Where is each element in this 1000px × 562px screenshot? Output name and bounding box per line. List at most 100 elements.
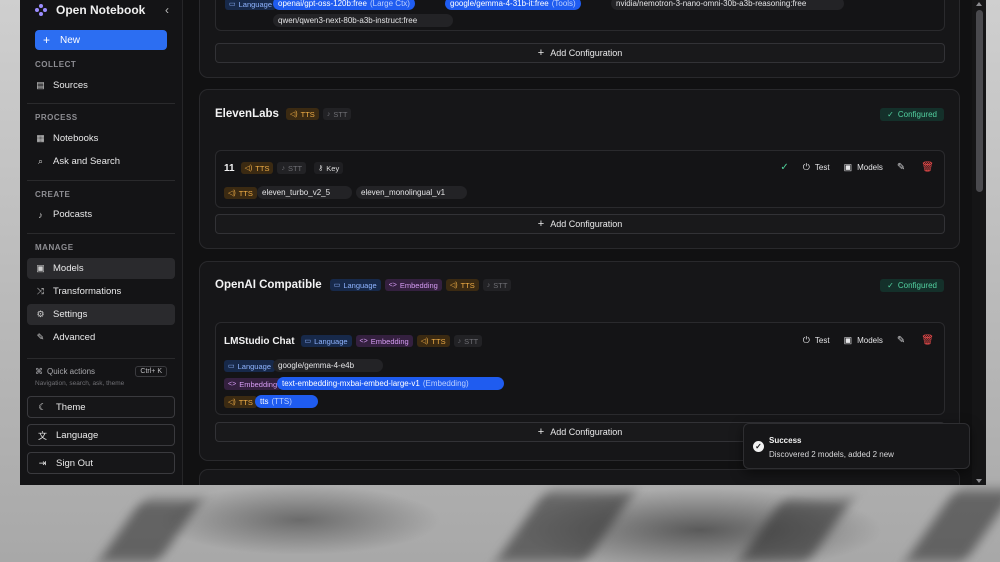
plus-icon: + bbox=[537, 218, 545, 230]
toast-title: Success bbox=[769, 436, 802, 445]
config-card: 11 ◁) TTS ♪ STT ⚷ Key ✓ ⏻ Test ▣ Models ✎ 🗑 ◁… bbox=[215, 150, 945, 208]
success-toast: ✓ Success Discovered 2 models, added 2 n… bbox=[743, 423, 970, 469]
divider bbox=[27, 233, 175, 234]
main-content: ▭ Language openai/gpt-oss-120b:free (Large… bbox=[183, 0, 986, 485]
section-label-collect: COLLECT bbox=[35, 60, 77, 69]
section-label-create: CREATE bbox=[35, 190, 71, 199]
key-icon: ⚷ bbox=[318, 165, 324, 172]
model-chip[interactable]: google/gemma-4-e4b bbox=[273, 359, 383, 372]
sidebar-item-settings[interactable]: ⚙ Settings bbox=[27, 304, 175, 325]
sidebar-item-notebooks[interactable]: ▦ Notebooks bbox=[27, 128, 175, 149]
sidebar-item-sources[interactable]: ▤ Sources bbox=[27, 75, 175, 96]
sidebar-item-label: Notebooks bbox=[53, 133, 99, 144]
wrench-icon: ✎ bbox=[36, 332, 45, 342]
sidebar-item-label: Ask and Search bbox=[53, 156, 121, 167]
sidebar-item-label: Sources bbox=[53, 80, 88, 91]
model-chip[interactable]: eleven_monolingual_v1 bbox=[356, 186, 467, 199]
document-icon: ▤ bbox=[36, 80, 45, 90]
theme-label: Theme bbox=[56, 401, 86, 413]
model-chip[interactable]: text-embedding-mxbai-embed-large-v1 (Embe… bbox=[277, 377, 504, 390]
chat-icon: ▭ bbox=[228, 363, 235, 370]
microphone-icon: ♪ bbox=[281, 164, 285, 172]
test-button[interactable]: ⏻ Test bbox=[803, 162, 830, 173]
plus-icon: + bbox=[43, 33, 51, 47]
logo-icon bbox=[35, 4, 47, 16]
model-chip[interactable]: qwen/qwen3-next-80b-a3b-instruct:free bbox=[273, 14, 453, 27]
shortcut-badge: Ctrl+ K bbox=[135, 366, 167, 377]
new-button[interactable]: + New bbox=[35, 30, 167, 50]
command-icon: ⌘ bbox=[35, 367, 43, 376]
model-chip[interactable]: eleven_turbo_v2_5 bbox=[257, 186, 352, 199]
microphone-icon: ♪ bbox=[486, 281, 491, 289]
scroll-thumb[interactable] bbox=[976, 10, 983, 192]
config-card: ▭ Language openai/gpt-oss-120b:free (Large… bbox=[215, 0, 945, 31]
collapse-sidebar-icon[interactable]: ‹ bbox=[165, 3, 169, 17]
add-configuration-button[interactable]: + Add Configuration bbox=[215, 214, 945, 234]
scrollbar[interactable] bbox=[972, 0, 986, 485]
language-label: Language bbox=[56, 429, 99, 441]
scroll-up-icon[interactable] bbox=[976, 2, 982, 6]
status-badge: ✓ Configured bbox=[880, 279, 944, 292]
provider-name: OpenAI Compatible bbox=[215, 279, 322, 291]
quick-actions[interactable]: ⌘ Quick actions Ctrl+ K bbox=[27, 366, 175, 377]
sidebar-item-transformations[interactable]: ⤨ Transformations bbox=[27, 281, 175, 302]
model-chip[interactable]: tts (TTS) bbox=[255, 395, 318, 408]
sidebar-item-advanced[interactable]: ✎ Advanced bbox=[27, 327, 175, 348]
embedding-badge: <> Embedding bbox=[355, 335, 413, 347]
microphone-icon: ♪ bbox=[38, 209, 43, 220]
divider bbox=[27, 103, 175, 104]
provider-card-elevenlabs: ElevenLabs ◁) TTS ♪ STT ✓ Configured 11 ◁)… bbox=[199, 89, 960, 249]
language-badge: ▭ Language bbox=[300, 335, 352, 347]
status-badge: ✓ Configured bbox=[880, 108, 944, 121]
stt-badge: ♪ STT bbox=[277, 162, 307, 174]
edit-icon[interactable]: ✎ bbox=[897, 162, 905, 173]
models-button[interactable]: ▣ Models bbox=[844, 335, 883, 346]
edit-icon[interactable]: ✎ bbox=[897, 335, 905, 346]
config-actions: ⏻ Test ▣ Models ✎ 🗑 bbox=[789, 335, 934, 346]
test-button[interactable]: ⏻ Test bbox=[803, 335, 830, 346]
background-shadow bbox=[738, 500, 852, 562]
stt-badge: ♪ STT bbox=[453, 335, 483, 347]
plug-icon: ⏻ bbox=[802, 162, 810, 172]
scroll-down-icon[interactable] bbox=[976, 479, 982, 483]
translate-icon: 文 bbox=[37, 430, 47, 441]
app-title: Open Notebook bbox=[56, 3, 146, 17]
add-configuration-label: Add Configuration bbox=[550, 48, 623, 58]
add-configuration-label: Add Configuration bbox=[550, 219, 623, 229]
delete-icon[interactable]: 🗑 bbox=[921, 162, 934, 173]
brand: Open Notebook ‹ bbox=[27, 0, 175, 20]
code-icon: <> bbox=[359, 337, 368, 345]
speaker-icon: ◁) bbox=[244, 165, 253, 172]
provider-name: ElevenLabs bbox=[215, 108, 279, 120]
models-button[interactable]: ▣ Models bbox=[844, 162, 883, 173]
section-label-manage: MANAGE bbox=[35, 243, 74, 252]
chat-icon: ▭ bbox=[304, 338, 312, 345]
sidebar-item-label: Settings bbox=[53, 309, 88, 320]
language-button[interactable]: 文 Language bbox=[27, 424, 175, 446]
add-configuration-button[interactable]: + Add Configuration bbox=[215, 43, 945, 63]
sidebar-item-ask-search[interactable]: ⌕ Ask and Search bbox=[27, 151, 175, 172]
check-icon: ✓ bbox=[887, 110, 894, 119]
sidebar-item-label: Transformations bbox=[53, 286, 122, 297]
embedding-badge: <> Embedding bbox=[384, 279, 442, 291]
embedding-badge: <> Embedding bbox=[224, 378, 282, 390]
provider-card-openrouter: ▭ Language openai/gpt-oss-120b:free (Large… bbox=[199, 0, 960, 78]
app-window: Open Notebook ‹ + New COLLECT ▤ Sources … bbox=[20, 0, 986, 485]
sidebar-item-label: Models bbox=[53, 263, 84, 274]
delete-icon[interactable]: 🗑 bbox=[921, 335, 934, 346]
speaker-icon: ◁) bbox=[449, 282, 458, 289]
shuffle-icon: ⤨ bbox=[36, 286, 45, 296]
provider-card-next bbox=[199, 469, 960, 485]
sidebar-item-label: Advanced bbox=[53, 332, 96, 343]
model-chip[interactable]: nvidia/nemotron-3-nano-omni-30b-a3b-reas… bbox=[611, 0, 844, 10]
add-configuration-label: Add Configuration bbox=[550, 427, 623, 437]
tts-badge: ◁) TTS bbox=[416, 335, 450, 347]
speaker-icon: ◁) bbox=[289, 111, 298, 118]
sign-out-button[interactable]: ⇥ Sign Out bbox=[27, 452, 175, 474]
sidebar-item-podcasts[interactable]: ♪ Podcasts bbox=[27, 204, 175, 225]
gear-icon: ⚙ bbox=[36, 309, 45, 319]
model-chip[interactable]: openai/gpt-oss-120b:free (Large Ctx) bbox=[273, 0, 415, 10]
theme-button[interactable]: ☾ Theme bbox=[27, 396, 175, 418]
model-chip[interactable]: google/gemma-4-31b-it:free (Tools) bbox=[445, 0, 581, 10]
sidebar-item-models[interactable]: ▣ Models bbox=[27, 258, 175, 279]
